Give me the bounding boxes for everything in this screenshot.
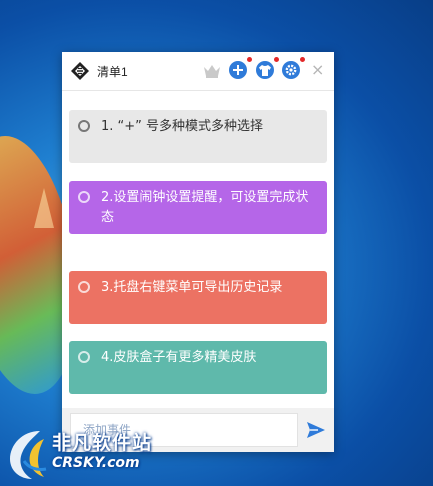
settings-badge (300, 57, 305, 62)
task-text: 4.皮肤盒子有更多精美皮肤 (101, 350, 257, 365)
settings-button[interactable] (282, 61, 300, 79)
settings-icon (285, 64, 297, 76)
add-icon (233, 65, 243, 75)
window-title: 清单1 (97, 65, 128, 79)
task-text: 2.设置闹钟设置提醒，可设置完成状态 (101, 190, 309, 225)
watermark-logo-icon (10, 431, 47, 479)
crown-icon[interactable] (203, 63, 221, 78)
task-card[interactable]: 1. “+” 号多种模式多种选择 (69, 110, 327, 163)
task-checkbox[interactable] (78, 281, 90, 293)
task-checkbox[interactable] (78, 351, 90, 363)
skin-button[interactable] (256, 61, 274, 79)
add-button[interactable] (229, 61, 247, 79)
task-checkbox[interactable] (78, 120, 90, 132)
watermark-cn-text: 非凡软件站 (52, 432, 153, 454)
add-badge (247, 57, 252, 62)
skin-badge (274, 57, 279, 62)
task-text: 3.托盘右键菜单可导出历史记录 (101, 280, 283, 295)
task-checkbox[interactable] (78, 191, 90, 203)
task-card[interactable]: 4.皮肤盒子有更多精美皮肤 (69, 341, 327, 394)
todo-window: 清单1 × 1. “+” 号多种模式多种选择 2.设置闹钟设置提醒，可设置完成状… (62, 52, 334, 452)
watermark: 非凡软件站 CRSKY.com (4, 425, 154, 483)
close-icon[interactable]: × (311, 61, 324, 79)
task-text: 1. “+” 号多种模式多种选择 (101, 119, 264, 134)
desktop-wallpaper-tree (34, 188, 54, 228)
skin-icon (259, 64, 271, 76)
task-card[interactable]: 2.设置闹钟设置提醒，可设置完成状态 (69, 181, 327, 234)
app-logo-icon (71, 62, 89, 80)
watermark-en-text: CRSKY.com (52, 455, 140, 471)
task-card[interactable]: 3.托盘右键菜单可导出历史记录 (69, 271, 327, 324)
send-icon[interactable] (306, 420, 326, 440)
title-bar[interactable]: 清单1 × (62, 52, 334, 91)
